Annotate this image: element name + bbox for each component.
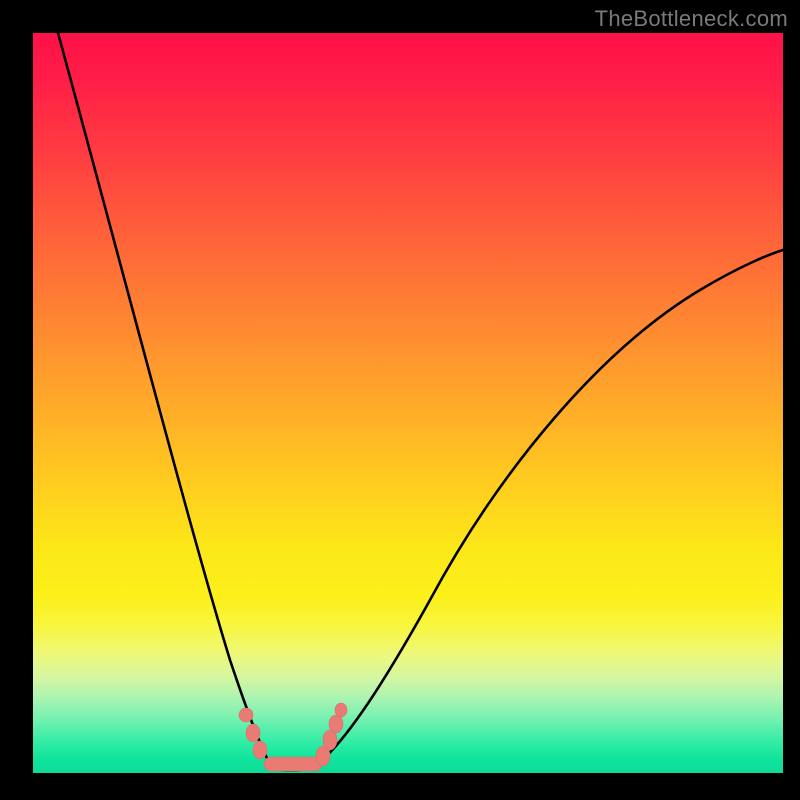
valley-markers (239, 703, 347, 771)
bottleneck-curve-left (58, 33, 272, 768)
chart-frame: TheBottleneck.com (0, 0, 800, 800)
bottleneck-curve-right (312, 250, 783, 768)
chart-svg (0, 0, 800, 800)
